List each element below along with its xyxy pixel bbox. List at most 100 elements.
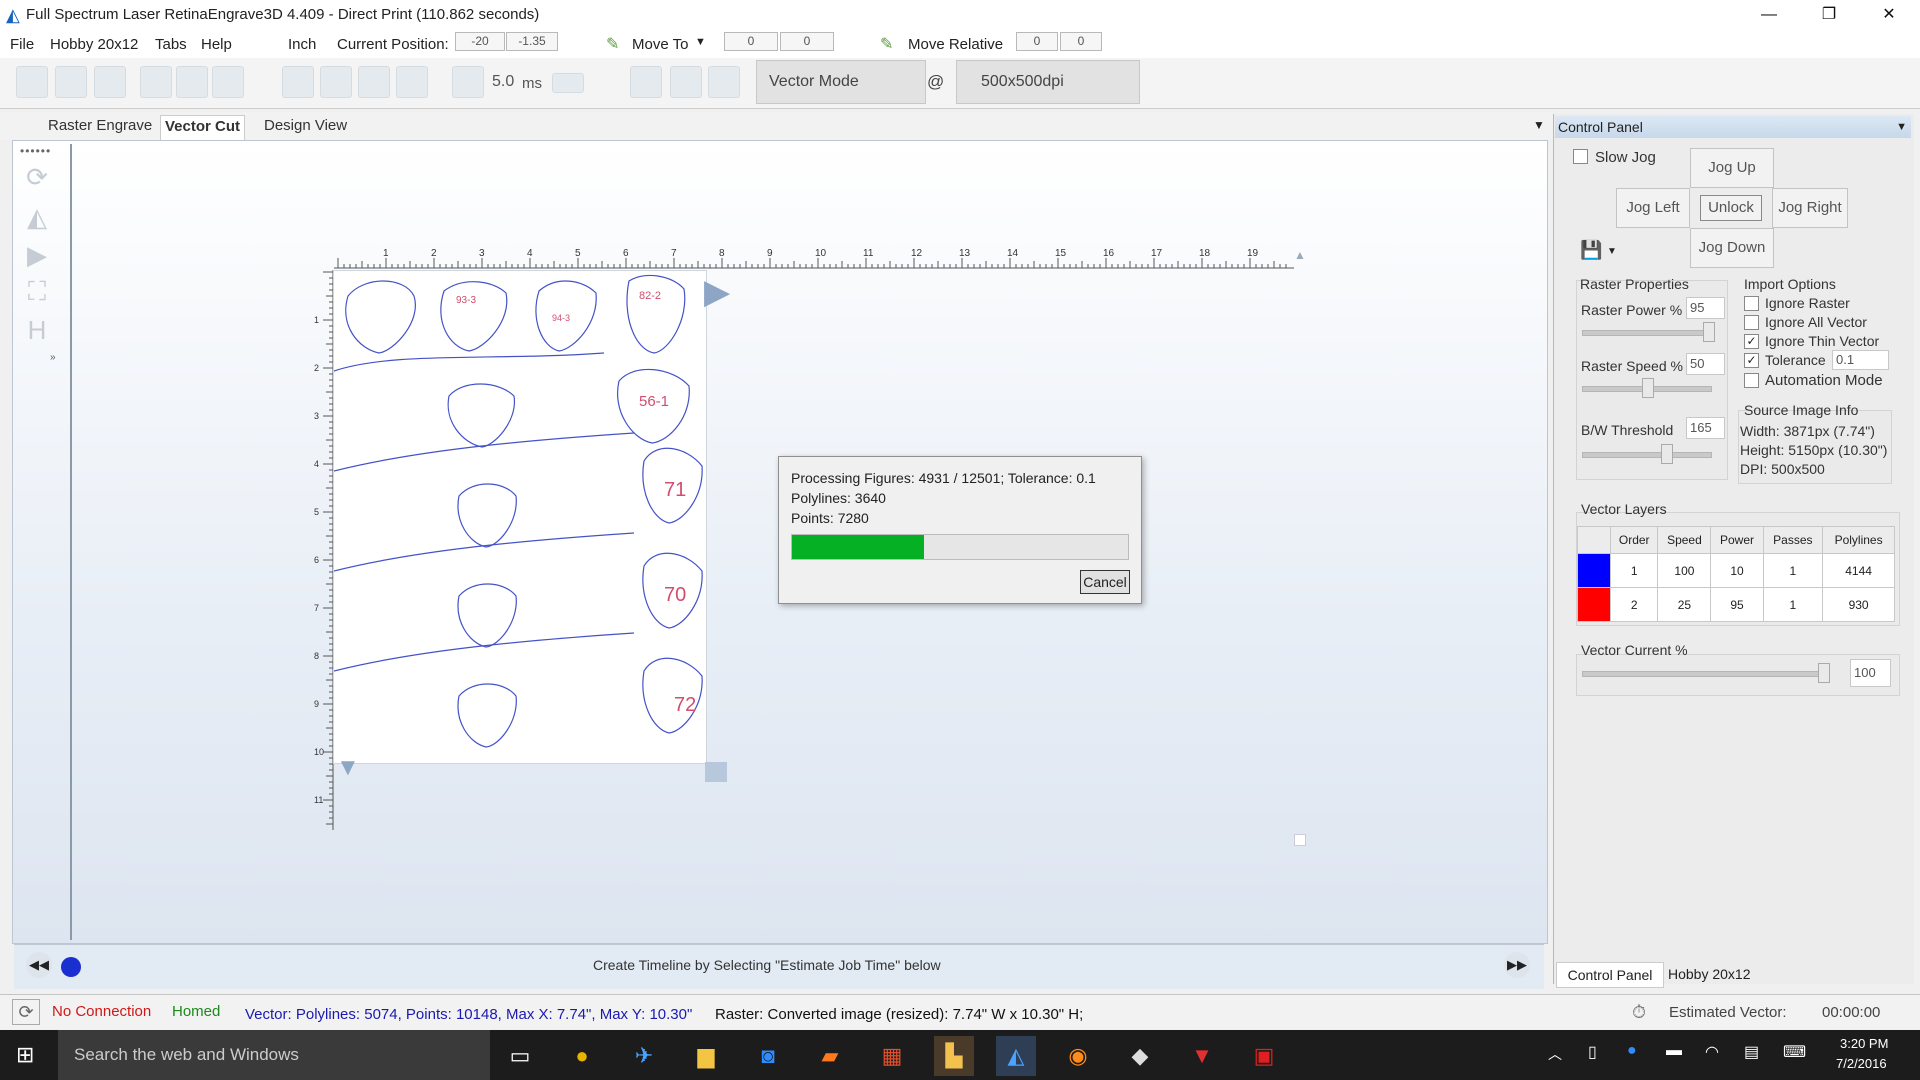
raster-power-field[interactable]: 95: [1686, 297, 1725, 319]
save-icon[interactable]: 💾: [1580, 240, 1602, 261]
chrome-icon[interactable]: ●: [562, 1036, 602, 1076]
zoom-fit-icon[interactable]: [212, 66, 244, 98]
print-icon[interactable]: [55, 66, 87, 98]
pulse-value[interactable]: 5.0: [492, 73, 514, 91]
timeline-scrubber[interactable]: [61, 957, 81, 977]
tray-chevron-icon[interactable]: ︿: [1548, 1044, 1562, 1064]
camera-app-icon[interactable]: ◉: [1058, 1036, 1098, 1076]
mode-selector[interactable]: Vector Mode: [756, 60, 926, 104]
tabs-menu-icon[interactable]: ▼: [1533, 118, 1545, 132]
pause-icon[interactable]: [670, 66, 702, 98]
maximize-button[interactable]: ❐: [1806, 0, 1852, 30]
toggle-icon[interactable]: [552, 73, 584, 93]
jog-down-button[interactable]: Jog Down: [1690, 228, 1774, 268]
vector-current-slider[interactable]: [1582, 671, 1828, 677]
folder-app-icon[interactable]: ▙: [934, 1036, 974, 1076]
inkscape-icon[interactable]: ◆: [1120, 1036, 1160, 1076]
retinaengrave-icon[interactable]: ◭: [996, 1036, 1036, 1076]
tolerance-field[interactable]: 0.1: [1832, 350, 1889, 370]
move-to-x-field[interactable]: 0: [724, 32, 778, 51]
flip-horizontal-icon[interactable]: ▶: [22, 240, 52, 270]
workpiece-right-handle-icon[interactable]: ▶: [704, 272, 730, 312]
home-icon[interactable]: [282, 66, 314, 98]
h-align-icon[interactable]: H: [22, 315, 52, 345]
expand-icon[interactable]: »: [50, 352, 56, 363]
layer-passes[interactable]: 1: [1762, 553, 1824, 588]
task-view-icon[interactable]: ▭: [500, 1036, 540, 1076]
usb-icon[interactable]: ▯: [1588, 1042, 1597, 1062]
raster-power-thumb[interactable]: [1703, 322, 1715, 342]
slow-jog-checkbox[interactable]: [1573, 149, 1588, 164]
bw-threshold-field[interactable]: 165: [1686, 417, 1725, 439]
file-explorer-icon[interactable]: ▆: [686, 1036, 726, 1076]
move-rel-y-field[interactable]: 0: [1060, 32, 1102, 51]
play-icon[interactable]: [630, 66, 662, 98]
sketchup-icon[interactable]: ▰: [810, 1036, 850, 1076]
move-to-button[interactable]: Move To: [632, 36, 688, 53]
menu-help[interactable]: Help: [201, 36, 232, 53]
frame-icon[interactable]: [320, 66, 352, 98]
stop-icon[interactable]: [708, 66, 740, 98]
pdf-icon[interactable]: ▣: [1244, 1036, 1284, 1076]
tab-raster-engrave[interactable]: Raster Engrave: [44, 117, 156, 134]
menu-file[interactable]: File: [10, 36, 34, 53]
rotate-icon[interactable]: ⟳: [22, 162, 52, 192]
taskbar-search-box[interactable]: Search the web and Windows: [58, 1030, 490, 1080]
move-to-y-field[interactable]: 0: [780, 32, 834, 51]
layer-color-swatch[interactable]: [1577, 587, 1611, 622]
tab-design-view[interactable]: Design View: [260, 117, 351, 134]
panel-menu-icon[interactable]: ▼: [1896, 116, 1907, 138]
bw-threshold-slider[interactable]: [1582, 452, 1712, 458]
zoom-in-icon[interactable]: [140, 66, 172, 98]
cancel-button[interactable]: Cancel: [1080, 570, 1130, 594]
wifi-icon[interactable]: ◠: [1705, 1042, 1719, 1062]
fast-forward-icon[interactable]: ▶▶: [1504, 952, 1530, 978]
move-rel-x-field[interactable]: 0: [1016, 32, 1058, 51]
app-icon[interactable]: ✈: [624, 1036, 664, 1076]
automation-mode-checkbox[interactable]: [1744, 373, 1759, 388]
workpiece-bottom-handle-icon[interactable]: ▼: [336, 754, 360, 782]
battery-icon[interactable]: ▬: [1666, 1042, 1682, 1060]
dpi-selector[interactable]: 500x500dpi: [956, 60, 1140, 104]
raster-speed-thumb[interactable]: [1642, 378, 1654, 398]
chevron-down-icon[interactable]: ▼: [695, 36, 706, 48]
resize-icon[interactable]: ⛶: [22, 276, 52, 306]
layer-speed[interactable]: 25: [1657, 587, 1712, 622]
unit-selector[interactable]: Inch: [288, 36, 316, 53]
tray-app-icon[interactable]: ●: [1627, 1042, 1637, 1060]
zoom-out-icon[interactable]: [176, 66, 208, 98]
layer-color-swatch[interactable]: [1577, 553, 1611, 588]
keyboard-icon[interactable]: ⌨: [1783, 1042, 1806, 1062]
rewind-icon[interactable]: ◀◀: [26, 952, 52, 978]
layer-speed[interactable]: 100: [1657, 553, 1712, 588]
layer-passes[interactable]: 1: [1762, 587, 1824, 622]
jog-left-button[interactable]: Jog Left: [1616, 188, 1690, 228]
vectorize-app-icon[interactable]: ▼: [1182, 1036, 1222, 1076]
unlock-button[interactable]: Unlock: [1700, 195, 1762, 221]
teamviewer-icon[interactable]: ◙: [748, 1036, 788, 1076]
close-button[interactable]: ✕: [1866, 0, 1912, 30]
laser-fire-icon[interactable]: [452, 66, 484, 98]
minimize-button[interactable]: —: [1746, 0, 1792, 30]
vector-current-field[interactable]: 100: [1850, 659, 1891, 687]
workpiece-preview[interactable]: 93-3 94-3 82-2 56-1 71 70 72: [333, 270, 707, 764]
grid-icon[interactable]: [396, 66, 428, 98]
tab-hobby[interactable]: Hobby 20x12: [1668, 962, 1751, 986]
new-file-icon[interactable]: [94, 66, 126, 98]
move-relative-button[interactable]: Move Relative: [908, 36, 1003, 53]
box-icon[interactable]: [358, 66, 390, 98]
vector-current-thumb[interactable]: [1818, 663, 1830, 683]
flip-vertical-icon[interactable]: ◭: [22, 202, 52, 232]
notifications-icon[interactable]: ▤: [1744, 1042, 1759, 1062]
layer-order[interactable]: 2: [1609, 587, 1659, 622]
workpiece-corner-handle[interactable]: [705, 762, 727, 782]
layer-power[interactable]: 10: [1710, 553, 1764, 588]
save-dropdown-icon[interactable]: ▼: [1607, 246, 1617, 257]
jog-up-button[interactable]: Jog Up: [1690, 148, 1774, 188]
ignore-thin-vector-checkbox[interactable]: ✓: [1744, 334, 1759, 349]
raster-power-slider[interactable]: [1582, 330, 1712, 336]
layer-order[interactable]: 1: [1609, 553, 1659, 588]
ignore-raster-checkbox[interactable]: [1744, 296, 1759, 311]
reconnect-icon[interactable]: ⟳: [12, 999, 40, 1025]
raster-speed-field[interactable]: 50: [1686, 353, 1725, 375]
